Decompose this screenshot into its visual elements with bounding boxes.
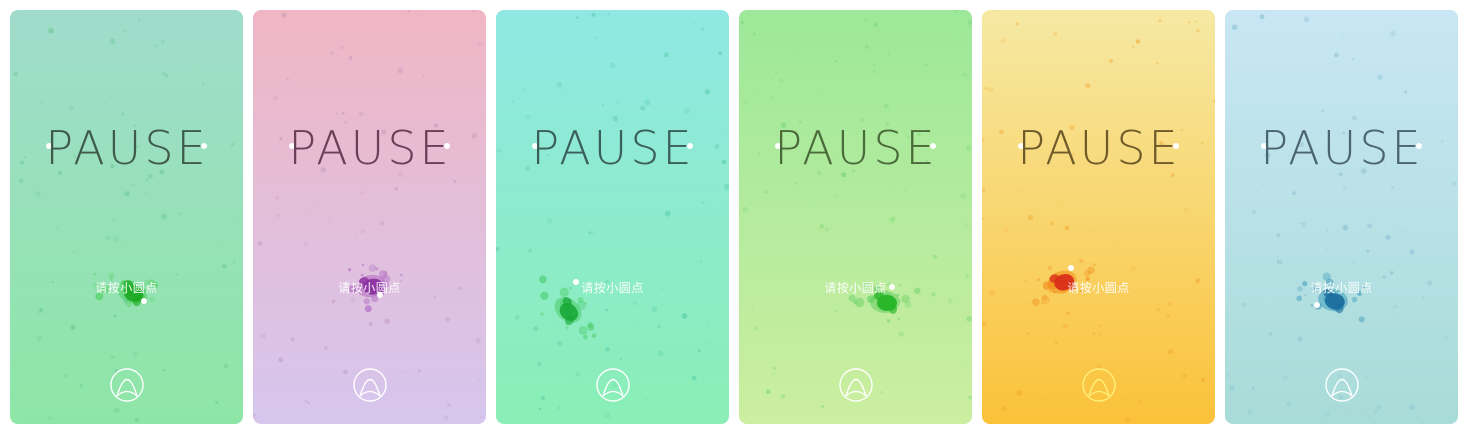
ink-droplet [399, 273, 403, 277]
ink-droplet [347, 267, 352, 272]
ink-blob [1032, 258, 1096, 306]
ink-droplet [364, 305, 372, 313]
home-logo-icon[interactable] [352, 367, 388, 403]
home-logo-icon[interactable] [1324, 367, 1360, 403]
ink-droplet [1310, 303, 1314, 307]
pause-screen-5: PAUSE 请按小圆点 [982, 10, 1215, 424]
pause-screen-4: PAUSE 请按小圆点 [739, 10, 972, 424]
ink-droplet [361, 263, 365, 267]
ink-droplet [564, 325, 569, 330]
hint-text: 请按小圆点 [581, 281, 644, 295]
home-logo-icon[interactable] [595, 367, 631, 403]
screenshot-strip: PAUSE 请按小圆点 PAUSE 请按小圆点 PAUSE 请按小圆点 PAUS… [0, 0, 1468, 434]
ink-droplet [1351, 296, 1358, 303]
ink-blob [538, 275, 597, 340]
ink-droplet [904, 301, 912, 309]
hint-text: 请按小圆点 [338, 281, 401, 295]
home-logo-icon[interactable] [109, 367, 145, 403]
ink-droplet [591, 333, 597, 338]
target-dot[interactable] [1068, 265, 1074, 271]
hint-text: 请按小圆点 [1310, 281, 1373, 295]
home-logo-icon[interactable] [838, 367, 874, 403]
ink-droplet [853, 300, 858, 305]
ink-blob [1296, 272, 1365, 323]
ink-droplet [1296, 295, 1302, 302]
ink-droplet [1358, 316, 1365, 323]
ink-droplet [540, 312, 544, 316]
ink-droplet [1079, 258, 1084, 264]
hint-text: 请按小圆点 [1067, 281, 1130, 295]
ink-droplet [1032, 298, 1040, 306]
ink-droplet [1047, 265, 1052, 271]
ink-blob [347, 263, 403, 313]
ink-droplet [363, 298, 370, 305]
target-dot[interactable] [1314, 302, 1320, 308]
pause-screen-2: PAUSE 请按小圆点 [253, 10, 486, 424]
ink-droplet [578, 325, 588, 335]
ink-blob [92, 272, 159, 308]
target-dot[interactable] [141, 298, 147, 304]
ink-droplet [149, 296, 156, 303]
ink-droplet [93, 272, 97, 276]
ink-droplet [887, 319, 891, 323]
hint-text: 请按小圆点 [824, 281, 887, 295]
ink-droplet [368, 264, 377, 272]
ink-droplet [897, 317, 901, 321]
pause-screen-6: PAUSE 请按小圆点 [1225, 10, 1458, 424]
ink-droplet [360, 273, 364, 277]
home-logo-icon[interactable] [1081, 367, 1117, 403]
ink-droplet [1092, 263, 1096, 267]
pause-screen-3: PAUSE 请按小圆点 [496, 10, 729, 424]
ink-blob [848, 281, 921, 323]
pause-screen-1: PAUSE 请按小圆点 [10, 10, 243, 424]
hint-text: 请按小圆点 [95, 281, 158, 295]
